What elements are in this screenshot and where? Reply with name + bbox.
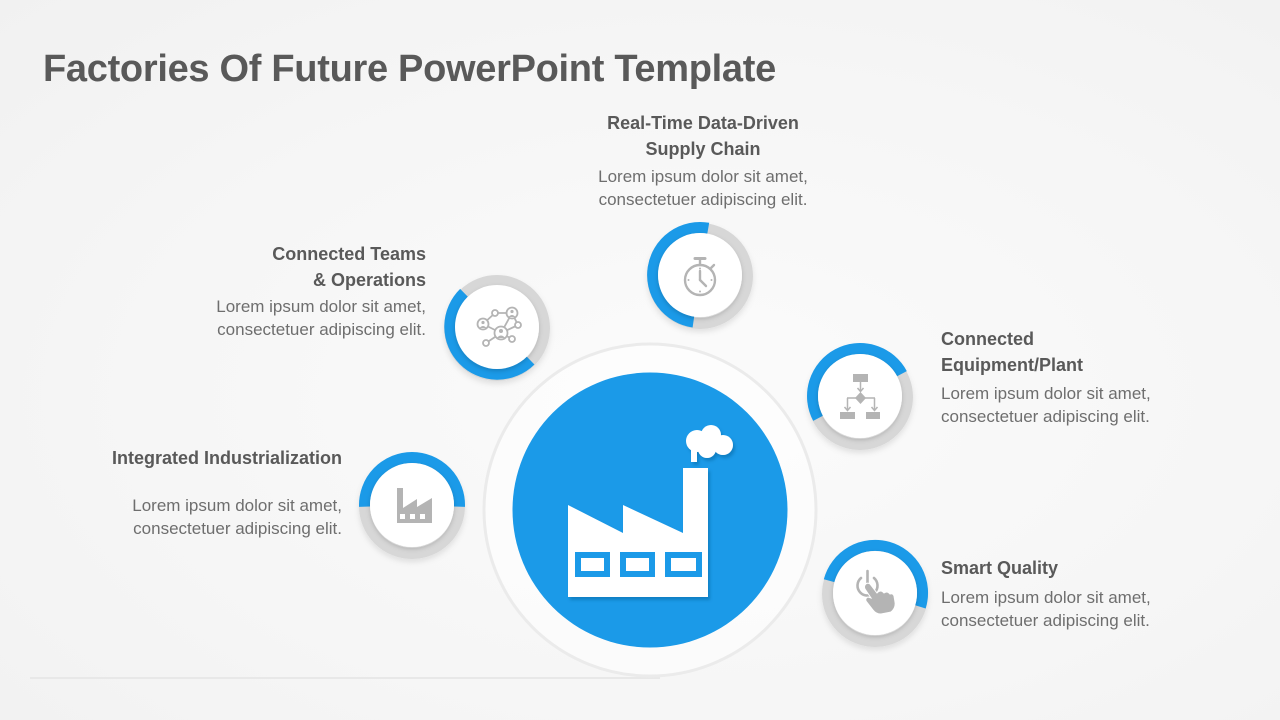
center-circle — [512, 372, 788, 648]
item-smart-quality: Smart Quality Lorem ipsum dolor sit amet… — [941, 555, 1201, 632]
item-heading: Real-Time Data-Driven Supply Chain — [607, 113, 799, 159]
center-hub — [482, 342, 818, 678]
item-description: Lorem ipsum dolor sit amet, consectetuer… — [216, 296, 426, 339]
item-heading: Integrated Industrialization — [111, 448, 342, 468]
item-description: Lorem ipsum dolor sit amet, consectetuer… — [132, 495, 342, 538]
item-supply-chain: Real-Time Data-Driven Supply Chain Lorem… — [573, 110, 833, 211]
item-heading: Smart Quality — [941, 558, 1059, 578]
item-description: Lorem ipsum dolor sit amet, consectetuer… — [598, 166, 808, 209]
item-integrated-industrialization: Integrated Industrialization Lorem ipsum… — [82, 445, 342, 540]
item-heading: Connected Equipment/Plant — [941, 329, 1084, 375]
item-connected-teams: Connected Teams & Operations Lorem ipsum… — [166, 241, 426, 341]
item-heading: Connected Teams & Operations — [272, 244, 426, 290]
factory-windows — [575, 552, 702, 577]
item-description: Lorem ipsum dolor sit amet, consectetuer… — [941, 383, 1151, 426]
item-connected-equipment: Connected Equipment/Plant Lorem ipsum do… — [941, 326, 1201, 428]
item-description: Lorem ipsum dolor sit amet, consectetuer… — [941, 587, 1151, 630]
